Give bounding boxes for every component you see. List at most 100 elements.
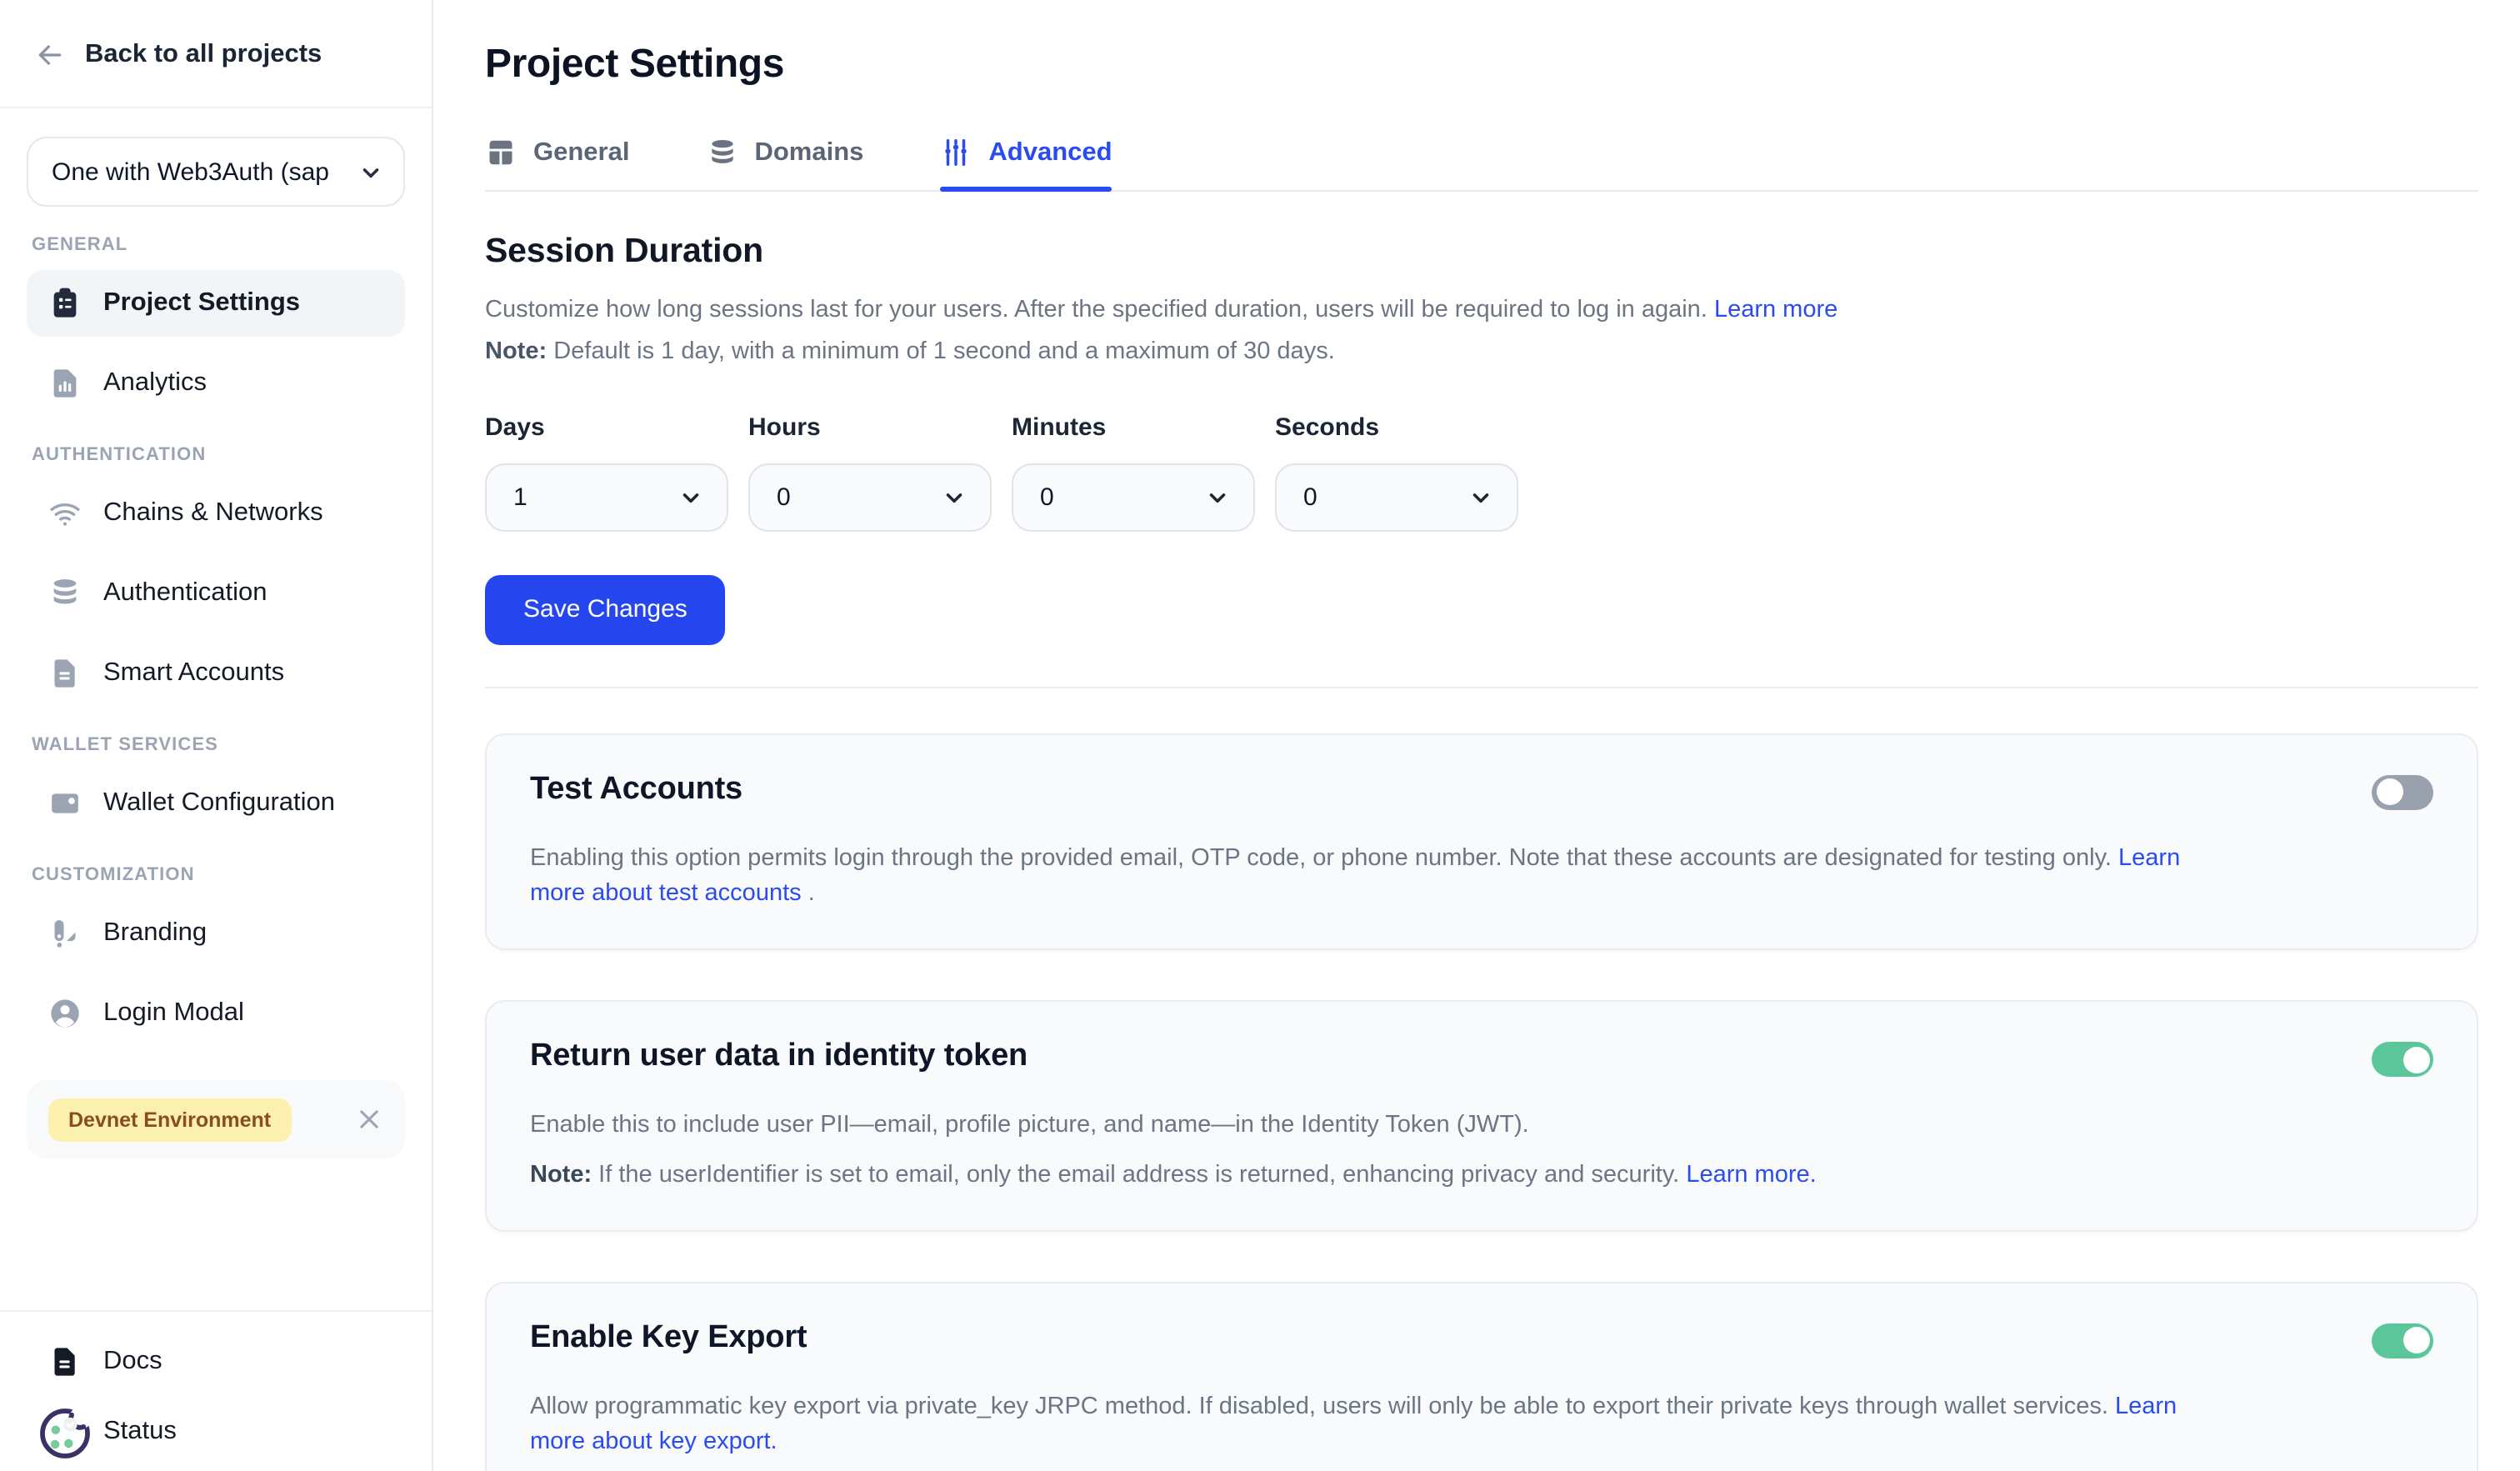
- section-note: Note: Default is 1 day, with a minimum o…: [485, 335, 2478, 372]
- sidebar-item-label: Project Settings: [103, 288, 300, 318]
- card-title: Enable Key Export: [530, 1319, 807, 1356]
- sidebar-spacer: [0, 1158, 432, 1309]
- return-user-data-in-identity-token-toggle[interactable]: [2372, 1042, 2433, 1077]
- section-description: Customize how long sessions last for you…: [485, 293, 2478, 330]
- card-description: Enable this to include user PII—email, p…: [530, 1108, 2213, 1194]
- file-icon: [48, 657, 82, 690]
- tab-general[interactable]: General: [485, 137, 629, 190]
- wallet-icon: [48, 787, 82, 820]
- section-label-general: GENERAL: [32, 235, 400, 255]
- seconds-select[interactable]: 0: [1275, 463, 1518, 531]
- card-text-line: Note: If the userIdentifier is set to em…: [530, 1158, 2213, 1195]
- sidebar-item-wallet-configuration[interactable]: Wallet Configuration: [27, 770, 405, 837]
- field-label: Days: [485, 413, 728, 441]
- back-to-projects-link[interactable]: Back to all projects: [0, 0, 432, 107]
- sidebar-item-label: Smart Accounts: [103, 658, 284, 688]
- sidebar-item-label: Docs: [103, 1346, 162, 1376]
- sidebar-item-project-settings[interactable]: Project Settings: [27, 270, 405, 337]
- test-accounts-toggle[interactable]: [2372, 774, 2433, 809]
- chevron-down-icon: [1468, 484, 1493, 509]
- user-icon: [48, 997, 82, 1030]
- table-icon: [485, 137, 517, 168]
- sidebar-item-chains-networks[interactable]: Chains & Networks: [27, 480, 405, 547]
- section-label-customization: CUSTOMIZATION: [32, 865, 400, 885]
- card-text-line: Enabling this option permits login throu…: [530, 841, 2213, 913]
- app-window: Back to all projects One with Web3Auth (…: [0, 0, 2520, 1471]
- section-title: Session Duration: [485, 232, 2478, 272]
- field-hours: Hours 0: [748, 413, 992, 531]
- project-selector[interactable]: One with Web3Auth (sap: [27, 137, 405, 207]
- enable-key-export-toggle[interactable]: [2372, 1323, 2433, 1358]
- sidebar-item-login-modal[interactable]: Login Modal: [27, 980, 405, 1047]
- save-changes-button[interactable]: Save Changes: [485, 574, 726, 644]
- environment-card: Devnet Environment: [27, 1080, 405, 1158]
- sidebar-footer: Docs Status: [0, 1309, 432, 1471]
- sliders-icon: [940, 137, 972, 168]
- select-value: 0: [1303, 483, 1318, 511]
- card-description: Allow programmatic key export via privat…: [530, 1389, 2213, 1462]
- field-label: Minutes: [1012, 413, 1255, 441]
- link-learn-more[interactable]: Learn more.: [1686, 1162, 1816, 1188]
- field-seconds: Seconds 0: [1275, 413, 1518, 531]
- sidebar-item-smart-accounts[interactable]: Smart Accounts: [27, 640, 405, 707]
- sidebar: Back to all projects One with Web3Auth (…: [0, 0, 433, 1471]
- select-value: 1: [513, 483, 528, 511]
- card-header: Enable Key Export: [530, 1319, 2433, 1358]
- card-title: Test Accounts: [530, 771, 742, 808]
- chevron-down-icon: [678, 484, 703, 509]
- text-segment: Enable this to include user PII—email, p…: [530, 1112, 1529, 1138]
- branding-icon: [48, 917, 82, 950]
- card-title: Return user data in identity token: [530, 1038, 1028, 1075]
- card-enable-key-export: Enable Key Export Allow programmatic key …: [485, 1281, 2478, 1471]
- database-icon: [48, 577, 82, 610]
- description-text: Customize how long sessions last for you…: [485, 297, 1708, 323]
- learn-more-link[interactable]: Learn more: [1714, 297, 1838, 323]
- docs-icon: [48, 1344, 82, 1378]
- select-value: 0: [777, 483, 791, 511]
- text-segment: If the userIdentifier is set to email, o…: [592, 1162, 1686, 1188]
- note-label: Note:: [485, 338, 547, 365]
- database-icon: [706, 137, 738, 168]
- sidebar-item-label: Authentication: [103, 578, 268, 608]
- card-description: Enabling this option permits login throu…: [530, 841, 2213, 913]
- section-divider: [485, 686, 2478, 688]
- days-select[interactable]: 1: [485, 463, 728, 531]
- chevron-down-icon: [1205, 484, 1230, 509]
- section-label-wallet-services: WALLET SERVICES: [32, 735, 400, 755]
- select-value: 0: [1040, 483, 1054, 511]
- wifi-icon: [48, 497, 82, 530]
- sidebar-item-docs[interactable]: Docs: [27, 1328, 405, 1394]
- field-label: Seconds: [1275, 413, 1518, 441]
- card-header: Return user data in identity token: [530, 1038, 2433, 1077]
- tab-label: General: [533, 138, 629, 168]
- sidebar-item-branding[interactable]: Branding: [27, 900, 405, 967]
- sidebar-nav: GENERALProject SettingsAnalyticsAUTHENTI…: [0, 207, 432, 1060]
- analytics-icon: [48, 367, 82, 400]
- card-return-user-data-in-identity-token: Return user data in identity token Enable…: [485, 1000, 2478, 1231]
- session-duration-section: Session Duration Customize how long sess…: [485, 232, 2478, 644]
- sidebar-item-label: Branding: [103, 918, 207, 948]
- field-label: Hours: [748, 413, 992, 441]
- tab-domains[interactable]: Domains: [706, 137, 863, 190]
- duration-fields: Days 1 Hours 0 Minutes 0 Seconds 0: [485, 413, 2478, 531]
- text-segment: .: [802, 881, 815, 908]
- card-text-line: Allow programmatic key export via privat…: [530, 1389, 2213, 1462]
- chevron-down-icon: [942, 484, 967, 509]
- tab-advanced[interactable]: Advanced: [940, 137, 1112, 190]
- toggle-knob: [2402, 1046, 2429, 1073]
- arrow-left-icon: [33, 38, 67, 72]
- hours-select[interactable]: 0: [748, 463, 992, 531]
- note-label: Note:: [530, 1162, 592, 1188]
- sidebar-item-analytics[interactable]: Analytics: [27, 350, 405, 417]
- field-days: Days 1: [485, 413, 728, 531]
- tab-label: Domains: [754, 138, 863, 168]
- project-selector-value: One with Web3Auth (sap: [52, 158, 329, 186]
- minutes-select[interactable]: 0: [1012, 463, 1255, 531]
- sidebar-item-label: Chains & Networks: [103, 498, 323, 528]
- sidebar-item-status[interactable]: Status: [27, 1398, 405, 1464]
- sidebar-item-authentication[interactable]: Authentication: [27, 560, 405, 627]
- tab-bar: General Domains Advanced: [485, 137, 2478, 192]
- close-icon[interactable]: [355, 1105, 383, 1133]
- chevron-down-icon: [357, 158, 383, 185]
- main-content: Project Settings GeneralDomainsAdvanced …: [433, 0, 2520, 1471]
